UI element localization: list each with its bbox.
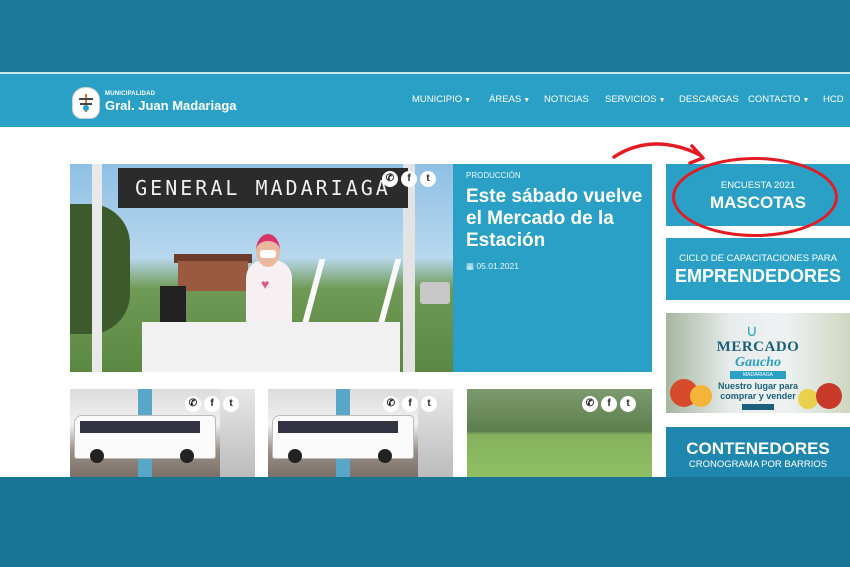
- facebook-icon[interactable]: f: [402, 396, 418, 412]
- mercado-tagline: Nuestro lugar para comprar y vender: [666, 381, 850, 401]
- nav-label: ÁREAS: [489, 94, 522, 105]
- banner-ciclo-title: EMPRENDEDORES: [674, 266, 842, 286]
- whatsapp-icon[interactable]: ✆: [582, 396, 598, 412]
- mercado-button[interactable]: [742, 404, 774, 410]
- thumb-wheel: [180, 449, 194, 463]
- banner-contenedores-title: CONTENEDORES: [686, 439, 830, 458]
- banner-contenedores[interactable]: CONTENEDORES CRONOGRAMA POR BARRIOS: [666, 427, 850, 477]
- nav-label: MUNICIPIO: [412, 94, 463, 105]
- nav-areas[interactable]: ÁREAS ▼: [489, 94, 530, 105]
- twitter-icon[interactable]: t: [620, 396, 636, 412]
- banner-ciclo-subtitle: CICLO DE CAPACITACIONES PARA: [679, 253, 837, 264]
- annotation-arrow-icon: [612, 142, 705, 165]
- caret-down-icon: ▼: [523, 97, 531, 104]
- whatsapp-icon[interactable]: ✆: [185, 396, 201, 412]
- article-title[interactable]: Este sábado vuelve el Mercado de la Esta…: [466, 186, 646, 252]
- nav-servicios[interactable]: SERVICIOS ▼: [605, 94, 666, 105]
- news-thumb-3[interactable]: ✆ f t: [467, 389, 652, 477]
- photo-person: [246, 260, 292, 328]
- mercado-subtitle: Gaucho: [735, 355, 781, 370]
- nav-label: CONTACTO: [748, 94, 801, 105]
- whatsapp-icon[interactable]: ✆: [383, 396, 399, 412]
- main-content: GENERAL MADARIAGA ♥ ✆ f t PRODUCCIÓN Est…: [0, 127, 850, 477]
- news-thumb-2[interactable]: ✆ f t: [268, 389, 453, 477]
- nav-contacto[interactable]: CONTACTO ▼: [748, 94, 809, 105]
- whatsapp-icon[interactable]: ✆: [382, 171, 398, 187]
- banner-mercado-gaucho[interactable]: ∪ MERCADO Gaucho MADARIAGA Nuestro lugar…: [666, 313, 850, 413]
- outer-background: [0, 0, 850, 72]
- banner-emprendedores[interactable]: CICLO DE CAPACITACIONES PARA EMPRENDEDOR…: [666, 238, 850, 300]
- calendar-icon: ▦: [466, 261, 475, 271]
- caret-down-icon: ▼: [802, 97, 810, 104]
- facebook-icon[interactable]: f: [601, 396, 617, 412]
- horseshoe-icon: ∪: [746, 323, 758, 340]
- photo-heart: ♥: [261, 276, 270, 292]
- mercado-place: MADARIAGA: [730, 371, 786, 379]
- photo-speaker: [160, 286, 186, 322]
- tagline-line1: Nuestro lugar para: [717, 381, 799, 391]
- nav-label: SERVICIOS: [605, 94, 657, 105]
- nav-label: HCD: [823, 94, 844, 105]
- photo-post-left: [92, 164, 102, 372]
- twitter-icon[interactable]: t: [421, 396, 437, 412]
- caret-down-icon: ▼: [658, 97, 666, 104]
- caret-down-icon: ▼: [464, 97, 472, 104]
- station-sign: GENERAL MADARIAGA: [118, 168, 408, 208]
- facebook-icon[interactable]: f: [401, 171, 417, 187]
- thumb-wheel: [378, 449, 392, 463]
- news-thumb-1[interactable]: ✆ f t: [70, 389, 255, 477]
- municipality-logo[interactable]: [72, 87, 100, 119]
- site-navbar: MUNICIPALIDAD Gral. Juan Madariaga MUNIC…: [0, 72, 850, 128]
- photo-easel: [300, 259, 402, 329]
- article-date: ▦ 05.01.2021: [466, 261, 519, 272]
- photo-table: [142, 322, 400, 372]
- twitter-icon[interactable]: t: [420, 171, 436, 187]
- thumb-bus-windows: [278, 421, 398, 433]
- twitter-icon[interactable]: t: [223, 396, 239, 412]
- banner-contenedores-subtitle: CRONOGRAMA POR BARRIOS: [688, 459, 828, 470]
- facebook-icon[interactable]: f: [204, 396, 220, 412]
- nav-label: NOTICIAS: [544, 94, 589, 105]
- thumb-bus-windows: [80, 421, 200, 433]
- nav-descargas[interactable]: DESCARGAS: [679, 94, 739, 105]
- hero-photo[interactable]: GENERAL MADARIAGA ♥ ✆ f t: [70, 164, 453, 372]
- logo-caption: MUNICIPALIDAD: [105, 91, 156, 97]
- featured-article-card[interactable]: PRODUCCIÓN Este sábado vuelve el Mercado…: [453, 164, 652, 372]
- photo-truck: [420, 282, 450, 304]
- thumb-share-bar: ✆ f t: [582, 396, 636, 412]
- nav-municipio[interactable]: MUNICIPIO ▼: [412, 94, 471, 105]
- photo-barn: [178, 261, 248, 291]
- logo-title[interactable]: Gral. Juan Madariaga: [105, 98, 237, 113]
- thumb-wheel: [288, 449, 302, 463]
- nav-noticias[interactable]: NOTICIAS: [544, 94, 589, 105]
- article-category[interactable]: PRODUCCIÓN: [466, 171, 521, 180]
- thumb-share-bar: ✆ f t: [383, 396, 437, 412]
- thumb-wheel: [90, 449, 104, 463]
- nav-label: DESCARGAS: [679, 94, 739, 105]
- photo-person-mask: [260, 250, 276, 258]
- mercado-title: MERCADO: [716, 339, 800, 355]
- tagline-line2: comprar y vender: [720, 391, 796, 401]
- nav-hcd[interactable]: HCD: [823, 94, 844, 105]
- thumb-share-bar: ✆ f t: [185, 396, 239, 412]
- article-date-text: 05.01.2021: [476, 261, 519, 271]
- hero-share-bar: ✆ f t: [382, 171, 436, 187]
